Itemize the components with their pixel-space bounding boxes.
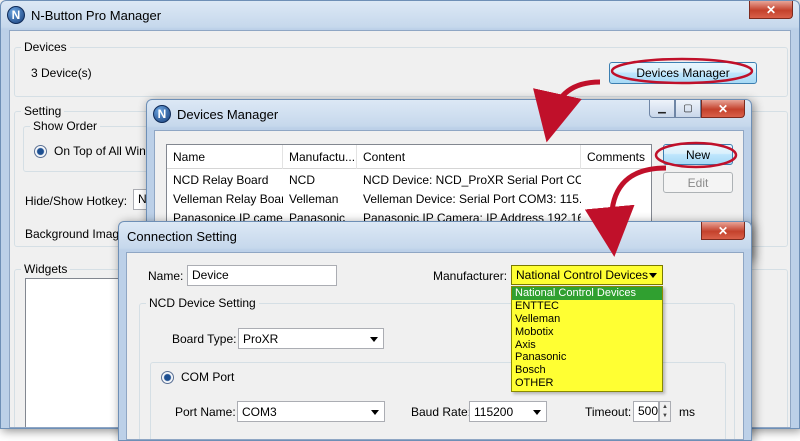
com-port-radio[interactable] (161, 371, 174, 384)
devices-list-header: Name Manufactu... Content Comments (167, 145, 651, 169)
connection-setting-client: Name: Device Manufacturer: National Cont… (126, 252, 744, 440)
connection-setting-close-button[interactable]: ✕ (701, 222, 745, 240)
devices-manager-logo-icon: N (153, 105, 171, 123)
name-label: Name: (148, 269, 184, 283)
device-count: 3 Device(s) (31, 66, 92, 80)
edit-device-button[interactable]: Edit (663, 172, 733, 193)
devices-group-title: Devices (21, 40, 70, 54)
timeout-field[interactable]: 500 (633, 401, 659, 422)
new-device-button[interactable]: New (663, 144, 733, 165)
devices-manager-titlebar[interactable]: N Devices Manager ▁ ▢ ✕ (147, 100, 751, 128)
close-icon: ✕ (765, 2, 777, 17)
show-order-group-title: Show Order (30, 119, 101, 133)
port-name-value: COM3 (242, 404, 277, 419)
devices-manager-close-button[interactable]: ✕ (701, 100, 745, 118)
column-name[interactable]: Name (167, 145, 283, 169)
connection-setting-titlebar[interactable]: Connection Setting ✕ (119, 222, 751, 250)
connection-setting-caption-buttons: ✕ (701, 222, 745, 240)
chevron-down-icon (371, 409, 379, 415)
board-type-value: ProXR (243, 331, 279, 346)
row-content: Velleman Device: Serial Port COM3: 115..… (363, 191, 581, 206)
row-name: NCD Relay Board (173, 172, 269, 187)
show-order-group: Show Order On Top of All Wind (23, 119, 153, 172)
maximize-icon: ▢ (683, 103, 693, 114)
baud-rate-select[interactable]: 115200 (469, 401, 547, 422)
row-name: Velleman Relay Board (173, 191, 283, 206)
devices-manager-button[interactable]: Devices Manager (609, 62, 757, 84)
on-top-radio[interactable] (34, 145, 47, 158)
row-content: NCD Device: NCD_ProXR Serial Port COM3..… (363, 172, 581, 187)
manufacturer-option[interactable]: Velleman (512, 313, 662, 326)
board-type-select[interactable]: ProXR (238, 328, 384, 349)
column-content[interactable]: Content (357, 145, 581, 169)
name-field[interactable]: Device (187, 265, 337, 286)
row-manufacturer: NCD (289, 172, 315, 187)
manufacturer-option[interactable]: Mobotix (512, 326, 662, 339)
window-title: N-Button Pro Manager (31, 7, 162, 23)
minimize-button[interactable]: ▁ (649, 100, 675, 118)
port-name-label: Port Name: (175, 405, 236, 419)
board-type-label: Board Type: (172, 332, 237, 346)
baud-rate-value: 115200 (474, 404, 514, 419)
row-manufacturer: Velleman (289, 191, 339, 206)
close-button[interactable]: ✕ (749, 1, 793, 19)
table-row[interactable]: Velleman Relay Board Velleman Velleman D… (167, 189, 651, 208)
devices-group: Devices 3 Device(s) Devices Manager (14, 40, 788, 97)
timeout-unit: ms (679, 405, 695, 419)
chevron-down-icon (649, 273, 657, 278)
port-name-select[interactable]: COM3 (237, 401, 385, 422)
on-top-label: On Top of All Wind (54, 144, 153, 158)
caption-buttons: ✕ (749, 1, 793, 19)
timeout-stepper[interactable]: ▲ ▼ (659, 401, 671, 422)
connection-setting-title: Connection Setting (127, 228, 237, 244)
column-manufacturer[interactable]: Manufactu... (283, 145, 357, 169)
table-row[interactable]: NCD Relay Board NCD NCD Device: NCD_ProX… (167, 170, 651, 189)
maximize-button[interactable]: ▢ (675, 100, 701, 118)
widgets-group-title: Widgets (21, 262, 71, 276)
hotkey-label: Hide/Show Hotkey: (25, 194, 128, 208)
manufacturer-option[interactable]: Axis (512, 339, 662, 352)
app-logo-icon: N (7, 6, 25, 24)
chevron-down-icon (370, 336, 378, 342)
close-icon: ✕ (717, 101, 729, 116)
close-icon: ✕ (717, 223, 729, 238)
manufacturer-label: Manufacturer: (433, 269, 508, 283)
manufacturer-option[interactable]: Bosch (512, 364, 662, 377)
minimize-icon: ▁ (658, 103, 666, 114)
devices-manager-title: Devices Manager (177, 106, 279, 122)
spin-up-icon[interactable]: ▲ (660, 402, 670, 412)
widgets-list[interactable] (25, 278, 129, 427)
devices-manager-caption-buttons: ▁ ▢ ✕ (649, 100, 745, 118)
setting-group-title: Setting (21, 104, 65, 118)
ncd-group-title: NCD Device Setting (146, 296, 259, 310)
manufacturer-selected-value: National Control Devices (516, 268, 649, 282)
com-port-label: COM Port (181, 370, 235, 384)
column-comments[interactable]: Comments (581, 145, 651, 169)
chevron-down-icon (533, 409, 541, 415)
manufacturer-option[interactable]: Panasonic (512, 351, 662, 364)
background-image-label: Background Image (25, 227, 126, 241)
timeout-label: Timeout: (585, 405, 632, 419)
main-titlebar[interactable]: N N-Button Pro Manager ✕ (1, 1, 799, 29)
manufacturer-option[interactable]: National Control Devices (512, 287, 662, 300)
baud-rate-label: Baud Rate: (411, 405, 472, 419)
manufacturer-select[interactable]: National Control Devices (511, 265, 663, 285)
manufacturer-option[interactable]: OTHER (512, 377, 662, 390)
spin-down-icon[interactable]: ▼ (660, 412, 670, 422)
manufacturer-option[interactable]: ENTTEC (512, 300, 662, 313)
manufacturer-dropdown-list[interactable]: National Control Devices ENTTEC Velleman… (511, 286, 663, 392)
connection-setting-window: Connection Setting ✕ Name: Device Manufa… (118, 221, 752, 441)
